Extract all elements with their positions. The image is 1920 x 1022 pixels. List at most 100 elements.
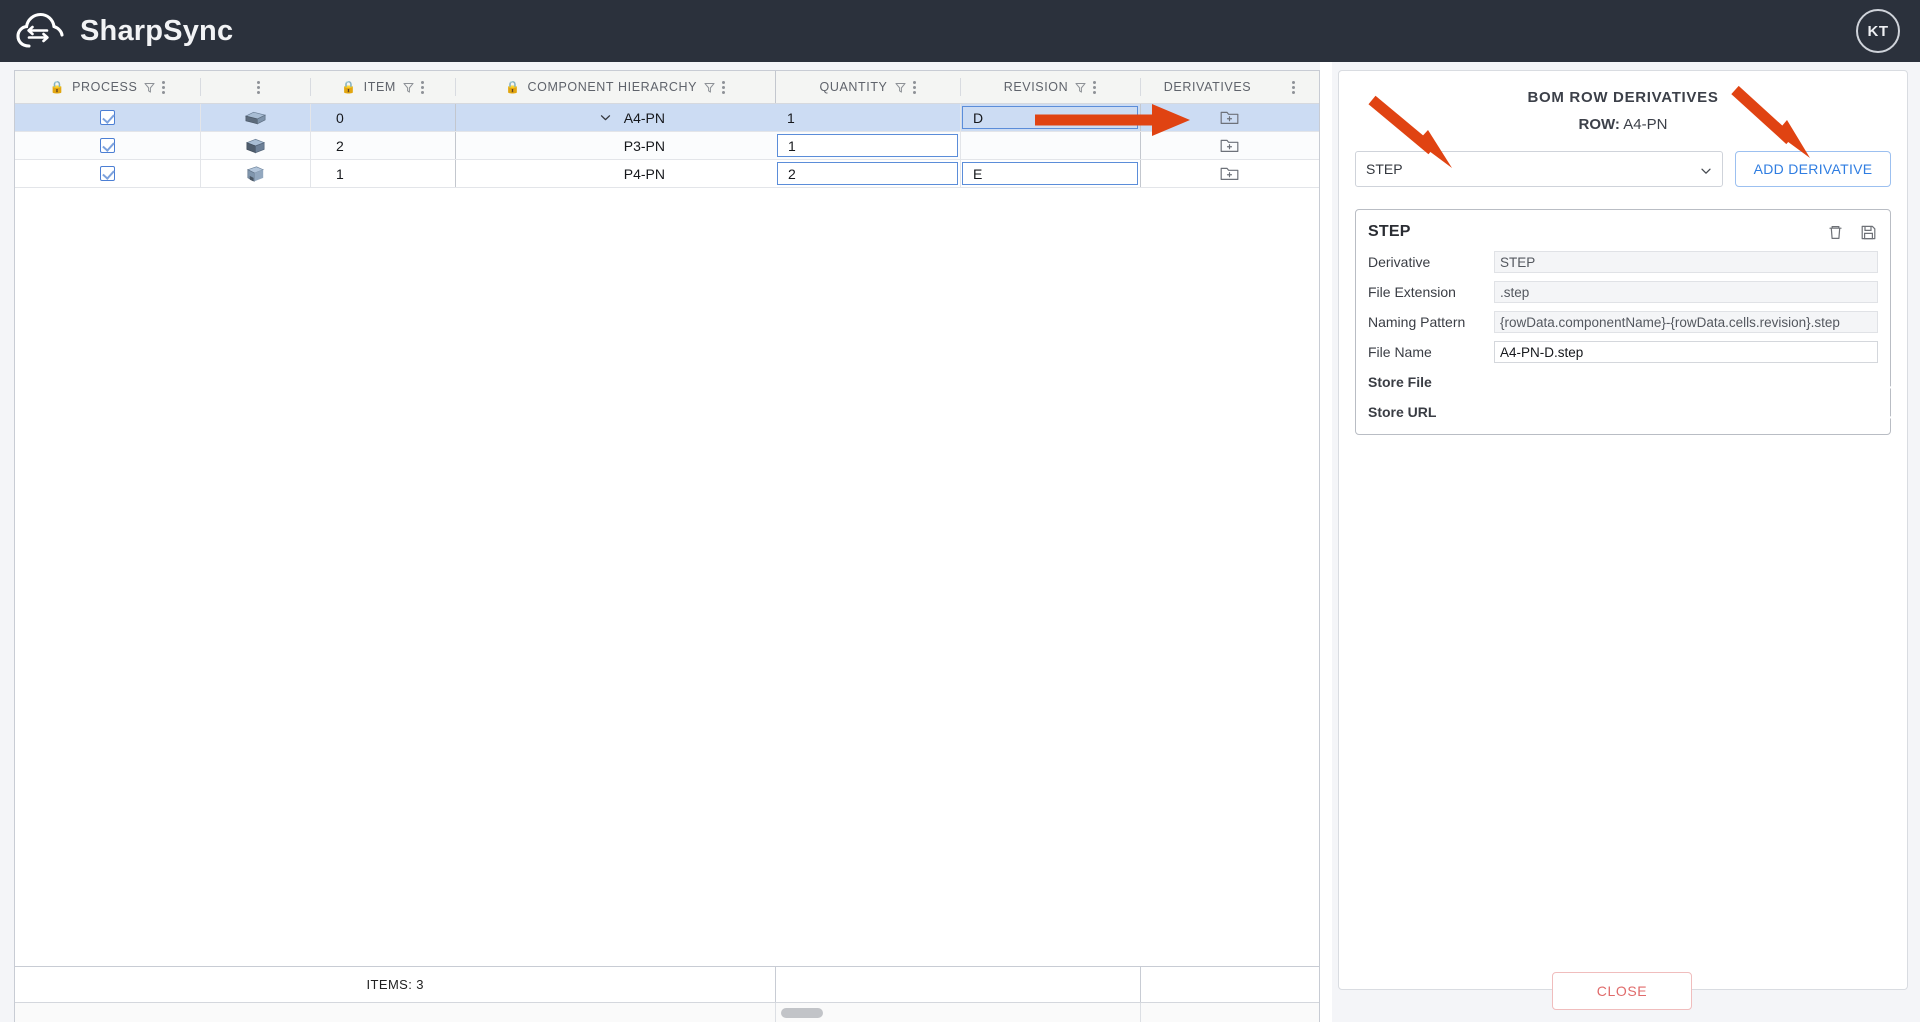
- file-name-input[interactable]: A4-PN-D.step: [1494, 341, 1878, 363]
- field-value[interactable]: {rowData.componentName}-{rowData.cells.r…: [1494, 311, 1878, 333]
- component-value: A4-PN: [623, 109, 665, 126]
- cell-thumbnail: [200, 160, 310, 187]
- bom-grid: 🔒 PROCESS 🔒 ITEM 🔒 COMPONENT HIERARCHY Q…: [14, 70, 1320, 1022]
- cell-revision[interactable]: E: [960, 160, 1140, 187]
- column-header-derivatives[interactable]: DERIVATIVES: [1140, 71, 1319, 103]
- add-derivative-button[interactable]: ADD DERIVATIVE: [1735, 151, 1891, 187]
- cell-derivatives[interactable]: [1140, 160, 1319, 187]
- derivative-detail-card: STEP Derivative STEP File Extension .ste…: [1355, 209, 1891, 435]
- scrollbar-track[interactable]: [775, 1003, 1140, 1022]
- column-header-label: DERIVATIVES: [1163, 80, 1252, 94]
- avatar[interactable]: KT: [1856, 9, 1900, 53]
- derivatives-panel-region: BOM ROW DERIVATIVES ROW: A4-PN STEP ADD …: [1332, 62, 1920, 1022]
- cell-component[interactable]: A4-PN: [455, 104, 775, 131]
- column-header-item[interactable]: 🔒 ITEM: [310, 71, 455, 103]
- column-menu-icon[interactable]: [722, 80, 726, 95]
- cell-process[interactable]: [15, 160, 200, 187]
- cell-component[interactable]: P4-PN: [455, 160, 775, 187]
- cell-process[interactable]: [15, 132, 200, 159]
- filter-icon[interactable]: [144, 82, 156, 93]
- app-header: SharpSync KT: [0, 0, 1920, 62]
- field-label: File Name: [1368, 344, 1432, 360]
- column-menu-icon[interactable]: [912, 80, 916, 95]
- process-checkbox[interactable]: [100, 138, 115, 153]
- panel-row-prefix: ROW:: [1578, 116, 1620, 133]
- column-header-label: QUANTITY: [819, 80, 888, 94]
- derivative-type-value: STEP: [1366, 161, 1403, 177]
- part-cube-icon: [243, 163, 268, 185]
- chevron-down-icon[interactable]: [1700, 164, 1712, 176]
- cell-revision[interactable]: D: [960, 104, 1140, 131]
- column-header-quantity[interactable]: QUANTITY: [775, 71, 960, 103]
- filter-icon[interactable]: [403, 82, 414, 93]
- column-menu-icon[interactable]: [420, 80, 424, 95]
- items-count: ITEMS: 3: [15, 967, 775, 1002]
- footer-spacer-quantity: [775, 967, 1140, 1002]
- panel-controls: STEP ADD DERIVATIVE: [1355, 151, 1891, 187]
- lock-icon: 🔒: [49, 80, 66, 94]
- quantity-input[interactable]: 1: [777, 134, 958, 157]
- cell-component[interactable]: P3-PN: [455, 132, 775, 159]
- trash-icon[interactable]: [1826, 223, 1845, 242]
- table-row[interactable]: 0 A4-PN 1 D: [15, 104, 1319, 132]
- revision-input[interactable]: E: [962, 162, 1138, 185]
- column-header-revision[interactable]: REVISION: [960, 71, 1140, 103]
- column-header-label: ITEM: [363, 80, 396, 94]
- table-row[interactable]: 2 P3-PN 1: [15, 132, 1319, 160]
- derivative-card-header: STEP: [1368, 220, 1878, 244]
- panel-title: BOM ROW DERIVATIVES: [1527, 89, 1719, 106]
- grid-footer: ITEMS: 3: [15, 966, 1319, 1002]
- folder-plus-icon[interactable]: [1220, 137, 1239, 154]
- column-menu-icon[interactable]: [162, 80, 166, 95]
- cell-derivatives[interactable]: [1140, 132, 1319, 159]
- item-value: 0: [336, 109, 344, 126]
- scrollbar-right-track: [1140, 1003, 1319, 1022]
- cell-quantity[interactable]: 1: [775, 104, 960, 131]
- close-button[interactable]: CLOSE: [1552, 972, 1692, 1010]
- part-cube-icon: [243, 135, 268, 157]
- cell-item: 0: [310, 104, 455, 131]
- field-derivative: Derivative STEP: [1368, 250, 1878, 274]
- revision-input[interactable]: D: [962, 106, 1138, 129]
- field-naming-pattern: Naming Pattern {rowData.componentName}-{…: [1368, 310, 1878, 334]
- column-header-label: REVISION: [1003, 80, 1069, 94]
- cell-process[interactable]: [15, 104, 200, 131]
- column-header-label: PROCESS: [72, 80, 138, 94]
- filter-icon[interactable]: [704, 82, 715, 93]
- cell-thumbnail: [200, 104, 310, 131]
- column-header-thumbnail[interactable]: [200, 71, 310, 103]
- column-menu-icon[interactable]: [1093, 80, 1097, 95]
- lock-icon: 🔒: [341, 80, 357, 94]
- cell-quantity[interactable]: 2: [775, 160, 960, 187]
- scrollbar-thumb[interactable]: [781, 1008, 824, 1018]
- column-menu-icon[interactable]: [257, 80, 260, 95]
- toggle-label: Store URL: [1368, 404, 1437, 420]
- field-file-extension: File Extension .step: [1368, 280, 1878, 304]
- panel-row-subtitle: ROW: A4-PN: [1355, 116, 1891, 133]
- save-icon[interactable]: [1859, 223, 1878, 242]
- footer-spacer-derivatives: [1140, 967, 1319, 1002]
- folder-plus-icon[interactable]: [1220, 165, 1239, 182]
- lock-icon: 🔒: [504, 80, 521, 94]
- bom-grid-region: 🔒 PROCESS 🔒 ITEM 🔒 COMPONENT HIERARCHY Q…: [0, 62, 1320, 1022]
- process-checkbox[interactable]: [100, 110, 115, 125]
- cell-quantity[interactable]: 1: [775, 132, 960, 159]
- quantity-input[interactable]: 2: [777, 162, 958, 185]
- cell-derivatives[interactable]: [1140, 104, 1319, 131]
- field-value[interactable]: STEP: [1494, 251, 1878, 273]
- folder-plus-icon[interactable]: [1220, 109, 1239, 126]
- panel-row-value: A4-PN: [1623, 116, 1668, 133]
- field-value[interactable]: .step: [1494, 281, 1878, 303]
- column-header-process[interactable]: 🔒 PROCESS: [15, 71, 200, 103]
- column-menu-icon[interactable]: [1292, 80, 1296, 95]
- process-checkbox[interactable]: [100, 166, 115, 181]
- derivative-type-select[interactable]: STEP: [1355, 151, 1723, 187]
- column-header-component-hierarchy[interactable]: 🔒 COMPONENT HIERARCHY: [455, 71, 775, 103]
- toggle-store-url: Store URL: [1368, 400, 1878, 424]
- horizontal-scrollbar[interactable]: [15, 1002, 1319, 1022]
- filter-icon[interactable]: [1075, 82, 1086, 93]
- table-row[interactable]: 1 P4-PN 2 E: [15, 160, 1319, 188]
- cell-revision[interactable]: [960, 132, 1140, 159]
- filter-icon[interactable]: [894, 82, 906, 93]
- chevron-down-icon[interactable]: [599, 111, 612, 124]
